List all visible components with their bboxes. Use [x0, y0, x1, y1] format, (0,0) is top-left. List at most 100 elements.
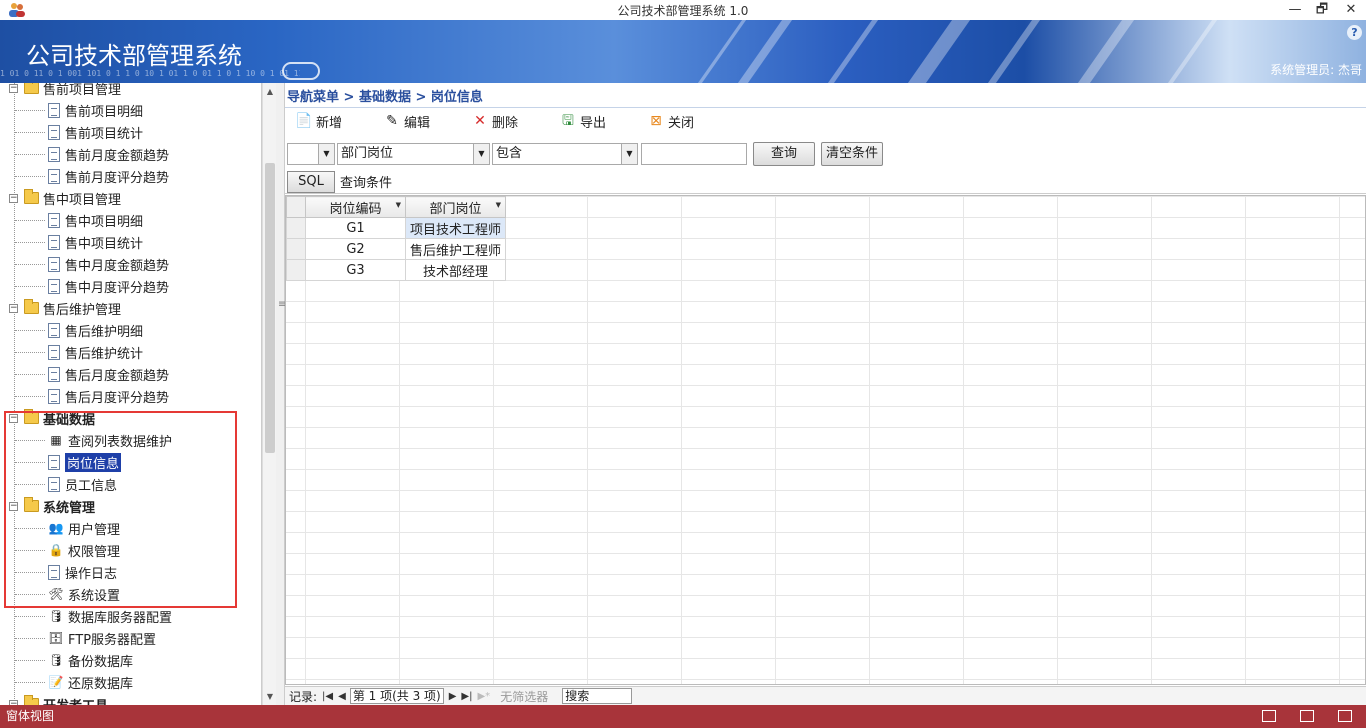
tree-node-item[interactable]: 🛢 数据库服务器配置 — [15, 606, 172, 626]
tree-node-item[interactable]: 售中项目明细 — [15, 210, 143, 230]
tree-connector-line — [15, 110, 45, 111]
datasheet-view-icon[interactable] — [1300, 710, 1314, 722]
tree-node-item[interactable]: 售前月度评分趋势 — [15, 166, 169, 186]
minimize-button[interactable]: — — [1280, 0, 1310, 20]
edit-button[interactable]: ✎ 编辑 — [379, 109, 461, 133]
table-row[interactable]: G2 售后维护工程师 — [286, 238, 506, 260]
operator-combo[interactable]: 包含 ▼ — [492, 143, 638, 165]
tree-node-item[interactable]: 售后维护明细 — [15, 320, 143, 340]
collapse-icon[interactable]: − — [9, 193, 18, 203]
tree-node-item[interactable]: 售后月度评分趋势 — [15, 386, 169, 406]
cell-code[interactable]: G2 — [305, 238, 406, 260]
search-input[interactable]: 搜索 — [562, 688, 633, 704]
add-button[interactable]: 📄 新增 — [291, 109, 373, 133]
field-combo[interactable]: 部门岗位 ▼ — [337, 143, 490, 165]
filter-value-input[interactable] — [641, 143, 747, 165]
app-banner: 1 01 0 11 0 1 001 101 0 1 1 0 10 1 01 1 … — [0, 20, 1366, 83]
tree-node-folder[interactable]: −开发者工具 — [9, 694, 108, 705]
highlight-box — [4, 411, 237, 608]
query-condition-label: 查询条件 — [340, 176, 393, 191]
toolbar: 📄 新增 ✎ 编辑 ✕ 删除 🖫 导出 ⊠ 关闭 — [285, 109, 725, 135]
row-selector[interactable] — [286, 259, 306, 281]
status-bar: 窗体视图 — [0, 705, 1366, 728]
select-all-cell[interactable] — [286, 196, 306, 218]
chevron-down-icon[interactable]: ▼ — [318, 144, 334, 164]
folder-icon — [24, 189, 39, 204]
tree-node-folder[interactable]: − 售后维护管理 — [9, 298, 121, 318]
help-icon[interactable]: ? — [1347, 25, 1362, 40]
tree-connector-line — [15, 352, 45, 353]
folder-icon — [24, 695, 39, 705]
chevron-down-icon[interactable]: ▼ — [473, 144, 489, 164]
cell-position[interactable]: 技术部经理 — [405, 259, 506, 281]
tree-node-item[interactable]: 售前项目统计 — [15, 122, 143, 142]
banner-title: 公司技术部管理系统 — [26, 42, 242, 70]
tree-node-item[interactable]: 售前月度金额趋势 — [15, 144, 169, 164]
new-record-icon[interactable]: ▶* — [477, 691, 490, 702]
form-view-icon[interactable] — [1262, 710, 1276, 722]
tree-node-folder[interactable]: − 售前项目管理 — [9, 83, 121, 98]
clear-conditions-button[interactable]: 清空条件 — [821, 142, 883, 166]
column-header-position-label: 部门岗位 — [429, 201, 482, 217]
scrollbar-thumb[interactable] — [265, 163, 275, 453]
sort-icon[interactable]: ▼ — [496, 201, 501, 209]
sql-row: SQL 查询条件 — [285, 170, 1366, 194]
row-selector[interactable] — [286, 238, 306, 260]
logic-combo[interactable]: ▼ — [287, 143, 335, 165]
scroll-up-icon[interactable]: ▲ — [263, 87, 277, 96]
close-window-button[interactable]: ✕ — [1336, 0, 1366, 20]
design-view-icon[interactable] — [1338, 710, 1352, 722]
tree-node-item[interactable]: 售中月度评分趋势 — [15, 276, 169, 296]
tree-scrollbar[interactable]: ▲ ▼ — [262, 83, 276, 705]
tree-node-item[interactable]: 售中月度金额趋势 — [15, 254, 169, 274]
collapse-icon[interactable]: − — [9, 303, 18, 313]
delete-button[interactable]: ✕ 删除 — [467, 109, 549, 133]
tree-node-folder[interactable]: − 售中项目管理 — [9, 188, 121, 208]
document-icon — [48, 366, 60, 382]
tree-node-label: 售前项目管理 — [43, 83, 122, 98]
tree-node-item[interactable]: 📝 还原数据库 — [15, 672, 133, 692]
no-filter-indicator[interactable]: 无筛选器 — [500, 688, 548, 705]
tree-node-item[interactable]: 售后维护统计 — [15, 342, 144, 362]
tree-node-label: 售后维护统计 — [65, 346, 144, 362]
pane-splitter[interactable]: ≡ — [276, 83, 286, 705]
tree-node-item[interactable]: 🛢 备份数据库 — [15, 650, 134, 670]
tree-connector-line — [15, 660, 45, 661]
close-button[interactable]: ⊠ 关闭 — [643, 109, 725, 133]
table-row[interactable]: G1 项目技术工程师 — [286, 217, 506, 239]
restore-button[interactable]: 🗗 — [1307, 0, 1337, 20]
document-icon — [48, 124, 60, 140]
sql-button[interactable]: SQL — [287, 170, 335, 193]
cell-code[interactable]: G3 — [305, 259, 406, 281]
tree-node-label: 售中项目管理 — [43, 192, 122, 208]
delete-icon: ✕ — [474, 113, 486, 129]
tree-node-item[interactable]: 售前项目明细 — [15, 100, 143, 120]
query-button[interactable]: 查询 — [753, 142, 815, 166]
document-icon — [48, 146, 60, 162]
chevron-down-icon[interactable]: ▼ — [621, 144, 637, 164]
export-button[interactable]: 🖫 导出 — [555, 109, 637, 133]
sort-icon[interactable]: ▼ — [396, 201, 401, 209]
row-selector[interactable] — [286, 217, 306, 239]
column-header-position[interactable]: 部门岗位 ▼ — [405, 196, 506, 218]
tree-node-item[interactable]: 🗄 FTP服务器配置 — [15, 628, 156, 648]
document-icon — [48, 168, 60, 184]
tree-node-label: 备份数据库 — [68, 654, 134, 670]
cell-code[interactable]: G1 — [305, 217, 406, 239]
next-record-icon[interactable]: ▶ — [449, 691, 457, 702]
cell-position[interactable]: 售后维护工程师 — [405, 238, 506, 260]
tree-node-item[interactable]: 售后月度金额趋势 — [15, 364, 169, 384]
tree-node-label: 售中项目统计 — [65, 236, 144, 252]
folder-icon — [24, 83, 39, 94]
page-indicator[interactable]: 第 1 项(共 3 项) — [349, 688, 444, 704]
tree-node-item[interactable]: 售中项目统计 — [15, 232, 144, 252]
cell-position[interactable]: 项目技术工程师 — [405, 217, 506, 239]
tree-connector-line — [15, 154, 45, 155]
prev-record-icon[interactable]: ◀ — [338, 691, 346, 702]
scroll-down-icon[interactable]: ▼ — [263, 692, 277, 701]
collapse-icon[interactable]: − — [9, 83, 18, 93]
table-row[interactable]: G3 技术部经理 — [286, 259, 506, 281]
last-record-icon[interactable]: ▶| — [461, 691, 472, 702]
column-header-code[interactable]: 岗位编码 ▼ — [305, 196, 406, 218]
first-record-icon[interactable]: |◀ — [322, 691, 333, 702]
